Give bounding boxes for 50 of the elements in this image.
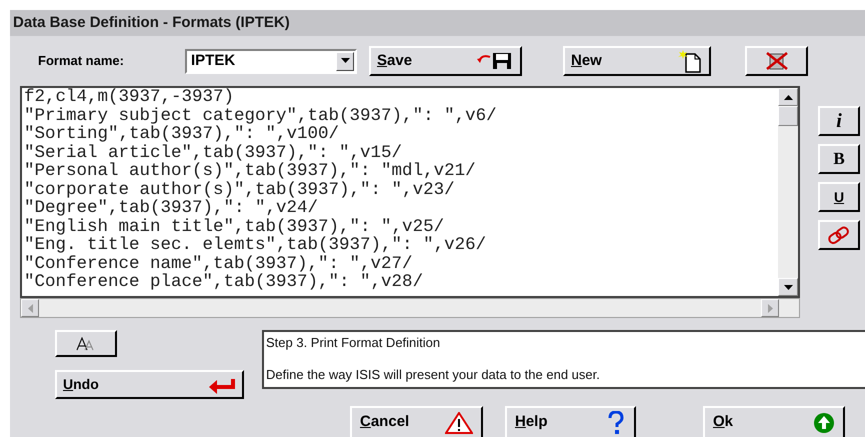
underline-button[interactable]: U — [818, 182, 860, 212]
warning-icon — [445, 412, 473, 434]
code-line: "Degree",tab(3937),": ",v24/ — [24, 199, 320, 218]
vertical-scrollbar[interactable] — [778, 86, 800, 298]
link-button[interactable] — [818, 220, 860, 250]
caret-up-icon — [784, 94, 792, 100]
scroll-up-button[interactable] — [778, 88, 798, 106]
save-disk-icon — [476, 51, 514, 71]
help-button[interactable]: Help — [505, 406, 636, 437]
code-line: "Conference name",tab(3937),": ",v27/ — [24, 254, 413, 273]
caret-right-icon — [768, 304, 772, 312]
chain-link-icon — [826, 225, 852, 245]
bold-button[interactable]: B — [818, 144, 860, 174]
code-line: "Sorting",tab(3937),": ",v100/ — [24, 125, 340, 144]
code-line: "Personal author(s)",tab(3937),": "mdl,v21/ — [24, 162, 477, 180]
dropdown-value: IPTEK — [190, 50, 236, 71]
horizontal-scrollbar[interactable] — [20, 298, 800, 318]
dropdown-arrow-button[interactable] — [336, 52, 354, 70]
caret-left-icon — [28, 304, 32, 312]
code-line: "Serial article",tab(3937),": ",v15/ — [24, 144, 402, 162]
step-title: Step 3. Print Format Definition — [266, 334, 442, 352]
code-line: "English main title",tab(3937),": ",v25/ — [24, 218, 444, 236]
up-arrow-circle-icon — [813, 412, 835, 434]
code-line: "Primary subject category",tab(3937),": ",v6/ — [24, 106, 498, 125]
delete-button[interactable] — [745, 46, 808, 76]
scroll-right-button[interactable] — [761, 299, 779, 317]
scroll-thumb[interactable] — [778, 106, 798, 126]
step-description: Define the way ISIS will present your data to the end user. — [266, 366, 601, 384]
delete-document-icon — [764, 51, 788, 71]
cancel-button[interactable]: Cancel — [350, 406, 483, 437]
new-button[interactable]: New — [563, 46, 711, 76]
code-line: "corporate author(s)",tab(3937),": ",v23/ — [24, 180, 456, 199]
code-line: f2,cl4,m(3937,-3937) — [24, 88, 236, 106]
format-name-dropdown[interactable]: IPTEK — [185, 48, 357, 74]
undo-button[interactable]: Undo — [55, 370, 244, 399]
field-label: Format name: — [38, 52, 125, 70]
code-line: "Eng. title sec. elemts",tab(3937),": ",v26/ — [24, 236, 488, 254]
font-size-button[interactable] — [55, 330, 117, 357]
question-mark-icon — [606, 410, 626, 434]
code-line: "Conference place",tab(3937),": ",v28/ — [24, 273, 424, 292]
scroll-down-button[interactable] — [778, 278, 798, 296]
italic-button[interactable]: i — [818, 106, 860, 136]
save-button[interactable]: Save — [369, 46, 522, 76]
caret-down-icon — [784, 284, 792, 290]
ok-button[interactable]: Ok — [703, 406, 845, 437]
window-title: Data Base Definition - Formats (IPTEK) — [13, 12, 290, 33]
caret-down-icon — [340, 58, 350, 64]
scroll-left-button[interactable] — [21, 299, 39, 317]
new-document-icon — [677, 49, 703, 73]
format-editor[interactable] — [20, 86, 778, 298]
